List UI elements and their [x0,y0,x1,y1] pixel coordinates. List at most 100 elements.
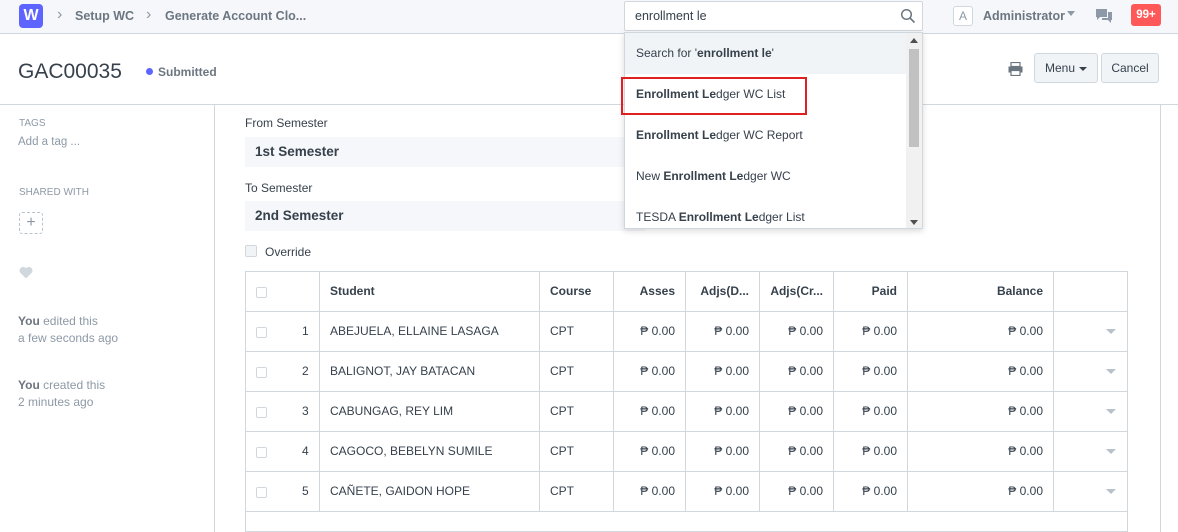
row-expand-caret-icon[interactable] [1106,369,1116,374]
row-expand-caret-icon[interactable] [1106,489,1116,494]
asses-cell[interactable]: ₱ 0.00 [614,432,686,471]
course-cell[interactable]: CPT [540,392,614,431]
asses-cell[interactable]: ₱ 0.00 [614,472,686,511]
row-checkbox[interactable] [256,447,267,458]
select-all-checkbox[interactable] [256,287,267,298]
row-expand-caret-icon[interactable] [1106,409,1116,414]
breadcrumb-setup-wc[interactable]: Setup WC [75,9,134,23]
table-row[interactable]: 4 CAGOCO, BEBELYN SUMILE CPT ₱ 0.00 ₱ 0.00 ₱ … [246,432,1127,472]
add-tag-link[interactable]: Add a tag ... [18,136,80,148]
heart-icon[interactable] [19,266,33,279]
asses-cell[interactable]: ₱ 0.00 [614,352,686,391]
course-cell[interactable]: CPT [540,432,614,471]
adjs-credit-cell[interactable]: ₱ 0.00 [760,312,834,351]
row-expand-caret-icon[interactable] [1106,329,1116,334]
add-user-button[interactable]: + [19,212,43,234]
table-row[interactable]: 1 ABEJUELA, ELLAINE LASAGA CPT ₱ 0.00 ₱ 0.00… [246,312,1127,352]
adjs-credit-cell[interactable]: ₱ 0.00 [760,472,834,511]
column-header-balance[interactable]: Balance [908,272,1054,311]
row-select-cell[interactable]: 4 [246,432,320,471]
override-checkbox[interactable] [245,245,257,257]
table-row[interactable]: 2 BALIGNOT, JAY BATACAN CPT ₱ 0.00 ₱ 0.00 ₱ 0… [246,352,1127,392]
column-header-paid[interactable]: Paid [834,272,908,311]
adjs-credit-cell[interactable]: ₱ 0.00 [760,392,834,431]
menu-button[interactable]: Menu [1034,53,1098,83]
status-badge: Submitted [158,65,217,79]
balance-cell[interactable]: ₱ 0.00 [908,472,1054,511]
row-select-cell[interactable]: 5 [246,472,320,511]
adjs-credit-cell[interactable]: ₱ 0.00 [760,432,834,471]
course-cell[interactable]: CPT [540,352,614,391]
table-row[interactable]: 3 CABUNGAG, REY LIM CPT ₱ 0.00 ₱ 0.00 ₱ 0.00 ₱… [246,392,1127,432]
page-title: GAC00035 [18,60,122,83]
app-logo[interactable]: W [19,4,43,28]
row-checkbox[interactable] [256,327,267,338]
enrollment-ledger-wc-report-item[interactable]: Enrollment Ledger WC Report [625,115,908,156]
student-cell[interactable]: BALIGNOT, JAY BATACAN [320,352,540,391]
row-checkbox[interactable] [256,487,267,498]
balance-cell[interactable]: ₱ 0.00 [908,392,1054,431]
column-header-student[interactable]: Student [320,272,540,311]
paid-cell[interactable]: ₱ 0.00 [834,432,908,471]
new-enrollment-ledger-wc-item[interactable]: New Enrollment Ledger WC [625,156,908,197]
row-checkbox[interactable] [256,367,267,378]
tesda-enrollment-ledger-list-item[interactable]: TESDA Enrollment Ledger List [625,197,908,228]
row-select-cell[interactable]: 3 [246,392,320,431]
caret-down-icon[interactable] [1067,11,1075,16]
row-action-cell[interactable] [1054,352,1128,391]
avatar[interactable]: A [953,6,973,26]
student-cell[interactable]: CAÑETE, GAIDON HOPE [320,472,540,511]
awesomebar[interactable] [624,1,923,31]
asses-cell[interactable]: ₱ 0.00 [614,312,686,351]
adjs-debit-cell[interactable]: ₱ 0.00 [686,392,760,431]
scroll-up-arrow-icon[interactable] [910,38,918,43]
adjs-debit-cell[interactable]: ₱ 0.00 [686,352,760,391]
column-header-adjs-debit[interactable]: Adjs(D... [686,272,760,311]
adjs-credit-cell[interactable]: ₱ 0.00 [760,352,834,391]
student-cell[interactable]: ABEJUELA, ELLAINE LASAGA [320,312,540,351]
adjs-debit-cell[interactable]: ₱ 0.00 [686,432,760,471]
row-select-cell[interactable]: 2 [246,352,320,391]
cancel-button[interactable]: Cancel [1101,53,1159,83]
paid-cell[interactable]: ₱ 0.00 [834,472,908,511]
row-select-cell[interactable]: 1 [246,312,320,351]
column-header-adjs-credit[interactable]: Adjs(Cr... [760,272,834,311]
search-input[interactable] [625,2,885,30]
student-cell[interactable]: CAGOCO, BEBELYN SUMILE [320,432,540,471]
paid-cell[interactable]: ₱ 0.00 [834,312,908,351]
course-cell[interactable]: CPT [540,312,614,351]
paid-cell[interactable]: ₱ 0.00 [834,392,908,431]
scrollbar[interactable] [906,33,922,228]
search-icon[interactable] [900,8,916,24]
adjs-debit-cell[interactable]: ₱ 0.00 [686,472,760,511]
user-menu[interactable]: Administrator [983,9,1065,23]
course-cell[interactable]: CPT [540,472,614,511]
row-action-cell[interactable] [1054,312,1128,351]
balance-cell[interactable]: ₱ 0.00 [908,432,1054,471]
from-semester-field[interactable]: 1st Semester [245,137,645,167]
row-checkbox[interactable] [256,407,267,418]
asses-cell[interactable]: ₱ 0.00 [614,392,686,431]
row-action-cell[interactable] [1054,472,1128,511]
balance-cell[interactable]: ₱ 0.00 [908,352,1054,391]
table-row[interactable]: 5 CAÑETE, GAIDON HOPE CPT ₱ 0.00 ₱ 0.00 ₱ 0.0… [246,472,1127,512]
scroll-down-arrow-icon[interactable] [910,220,918,225]
print-icon[interactable] [1008,62,1023,76]
breadcrumb-generate-account[interactable]: Generate Account Clo... [165,9,306,23]
dropdown-item-text-pre: TESDA [636,210,679,224]
row-action-cell[interactable] [1054,432,1128,471]
balance-cell[interactable]: ₱ 0.00 [908,312,1054,351]
notifications-badge[interactable]: 99+ [1131,4,1161,26]
scrollbar-thumb[interactable] [909,49,919,147]
to-semester-field[interactable]: 2nd Semester [245,201,645,231]
paid-cell[interactable]: ₱ 0.00 [834,352,908,391]
adjs-debit-cell[interactable]: ₱ 0.00 [686,312,760,351]
row-action-cell[interactable] [1054,392,1128,431]
student-cell[interactable]: CABUNGAG, REY LIM [320,392,540,431]
row-expand-caret-icon[interactable] [1106,449,1116,454]
column-header-course[interactable]: Course [540,272,614,311]
chat-icon[interactable] [1095,8,1113,24]
column-header-asses[interactable]: Asses [614,272,686,311]
table-row[interactable] [246,512,1127,532]
search-for-item[interactable]: Search for 'enrollment le' [625,33,908,74]
